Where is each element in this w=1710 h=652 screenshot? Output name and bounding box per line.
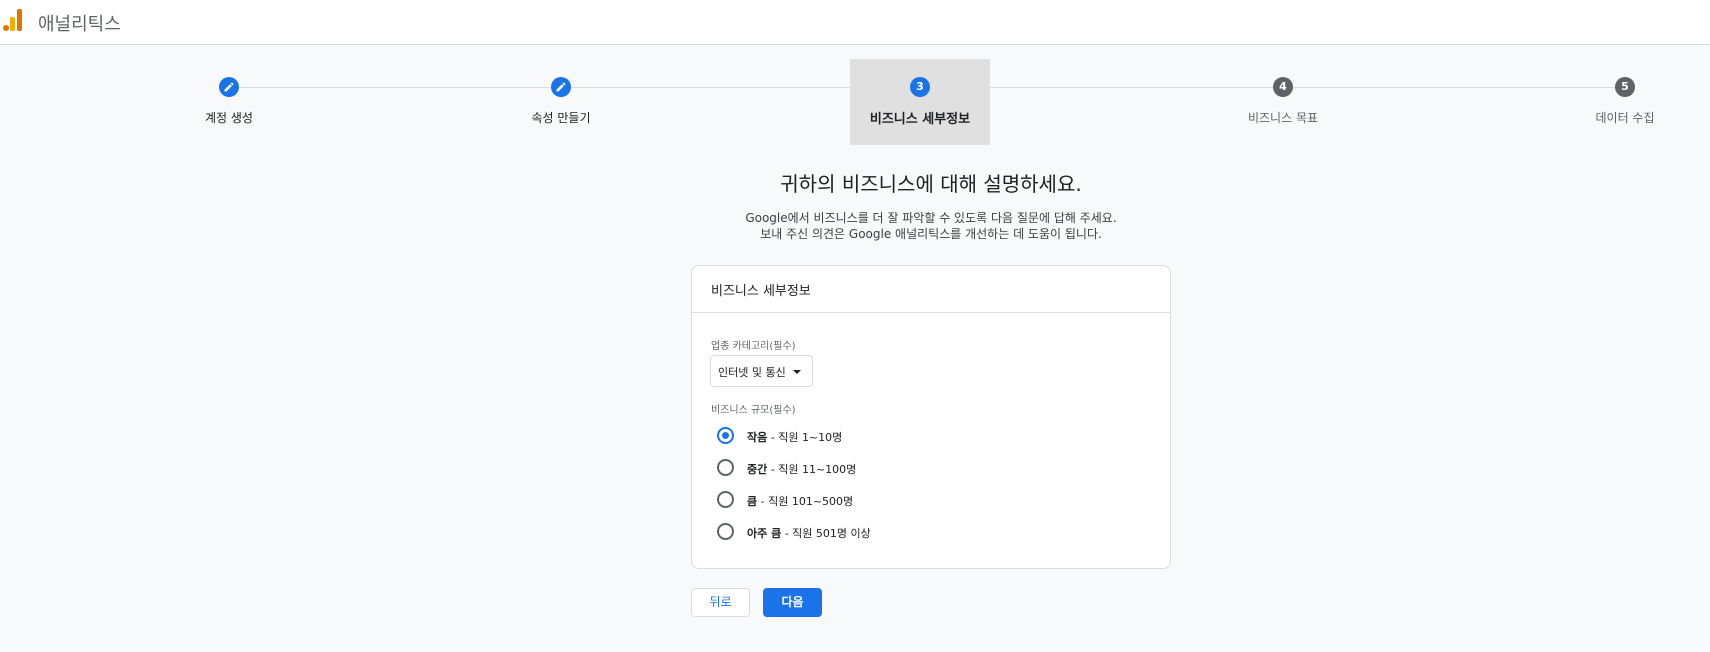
card-title: 비즈니스 세부정보 [711, 284, 811, 299]
industry-category-select[interactable]: 인터넷 및 통신 [710, 355, 813, 387]
business-size-label: 비즈니스 규모(필수) [711, 405, 796, 416]
step-number: 5 [1615, 77, 1635, 97]
business-size-option-medium[interactable]: 중간 - 직원 11~100명 [717, 457, 1017, 479]
step-label: 속성 만들기 [531, 111, 591, 125]
business-size-option-very-large[interactable]: 아주 큼 - 직원 501명 이상 [717, 521, 1017, 543]
step-label: 비즈니스 목표 [1247, 111, 1319, 125]
step-business-goals: 4 비즈니스 목표 [1213, 59, 1353, 145]
step-create-property[interactable]: 속성 만들기 [491, 59, 631, 145]
top-app-bar: 애널리틱스 [0, 0, 1710, 45]
analytics-logo-icon[interactable] [3, 9, 23, 31]
app-title[interactable]: 애널리틱스 [38, 10, 121, 36]
card-divider [692, 312, 1170, 313]
industry-category-label: 업종 카테고리(필수) [711, 341, 796, 352]
radio-label: 중간 - 직원 11~100명 [747, 463, 857, 476]
next-button[interactable]: 다음 [763, 588, 822, 617]
step-number: 3 [910, 77, 930, 97]
step-label: 데이터 수집 [1595, 111, 1655, 125]
step-label: 비즈니스 세부정보 [869, 112, 971, 127]
step-business-details[interactable]: 3 비즈니스 세부정보 [850, 59, 990, 145]
pencil-icon [551, 77, 571, 97]
setup-stepper: 계정 생성 속성 만들기 3 비즈니스 세부정보 4 비즈니스 목표 5 데이터… [0, 59, 1710, 145]
business-details-card: 비즈니스 세부정보 업종 카테고리(필수) 인터넷 및 통신 비즈니스 규모(필… [691, 265, 1171, 569]
step-number: 4 [1273, 77, 1293, 97]
step-create-account[interactable]: 계정 생성 [159, 59, 299, 145]
radio-button[interactable] [717, 523, 734, 540]
business-size-option-large[interactable]: 큼 - 직원 101~500명 [717, 489, 1017, 511]
pencil-icon [219, 77, 239, 97]
page-description-line-1: Google에서 비즈니스를 더 잘 파악할 수 있도록 다음 질문에 답해 주… [745, 211, 1117, 225]
radio-button[interactable] [717, 491, 734, 508]
business-size-option-small[interactable]: 작음 - 직원 1~10명 [717, 425, 1017, 447]
back-button[interactable]: 뒤로 [691, 588, 750, 617]
radio-button[interactable] [717, 459, 734, 476]
page-heading: 귀하의 비즈니스에 대해 설명하세요. [780, 172, 1082, 196]
caret-down-icon [793, 370, 801, 374]
page-description-line-2: 보내 주신 의견은 Google 애널리틱스를 개선하는 데 도움이 됩니다. [760, 227, 1102, 241]
radio-label: 작음 - 직원 1~10명 [747, 431, 843, 444]
step-label: 계정 생성 [205, 111, 253, 125]
step-data-collection: 5 데이터 수집 [1555, 59, 1695, 145]
radio-label: 아주 큼 - 직원 501명 이상 [747, 527, 871, 540]
industry-category-value: 인터넷 및 통신 [718, 366, 786, 379]
radio-label: 큼 - 직원 101~500명 [747, 495, 854, 508]
radio-button[interactable] [717, 427, 734, 444]
